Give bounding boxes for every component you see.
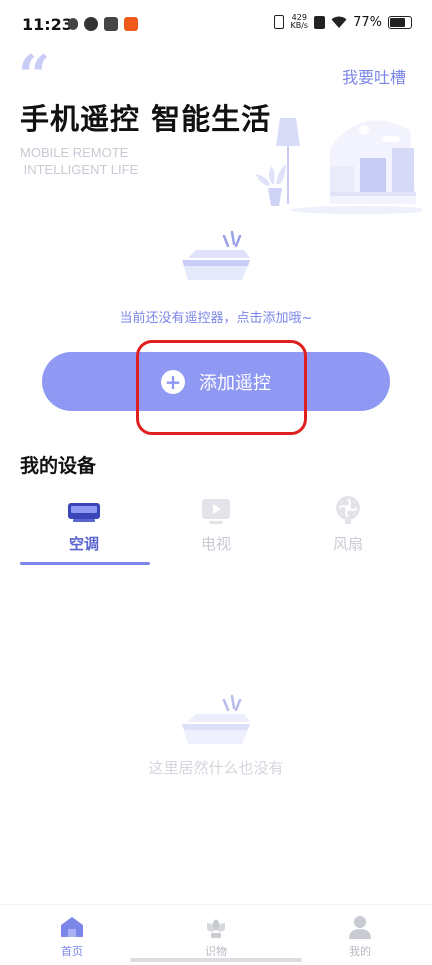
status-bar: 11:23 429 KB/s 77%: [0, 0, 432, 50]
nav-label: 识物: [205, 945, 227, 958]
wifi-icon: [331, 16, 347, 28]
vibrate-icon: [274, 15, 285, 29]
active-tab-indicator: [20, 562, 150, 565]
fan-icon: [336, 496, 360, 524]
nav-label: 我的: [349, 945, 371, 958]
shield-icon: [68, 18, 78, 30]
living-room-illustration: [256, 118, 422, 214]
nav-item-home[interactable]: 首页: [0, 905, 144, 965]
status-time: 11:23: [22, 15, 73, 34]
home-indicator[interactable]: [130, 958, 302, 962]
empty-devices-text: 这里居然什么也没有: [148, 759, 284, 777]
my-devices-title: 我的设备: [20, 455, 97, 477]
page-subtitle: MOBILE REMOTE INTELLIGENT LIFE: [20, 144, 138, 178]
status-right: 429 KB/s 77%: [274, 14, 412, 30]
battery-percent: 77%: [353, 14, 382, 30]
tab-label: 电视: [200, 535, 231, 553]
subtitle-line-2: INTELLIGENT LIFE: [20, 162, 139, 177]
home-icon: [61, 917, 83, 937]
tv-icon: [202, 499, 230, 524]
user-icon: [349, 916, 371, 939]
empty-box-icon: [182, 694, 250, 744]
tab-label: 风扇: [332, 535, 363, 553]
message-icon: [104, 17, 118, 31]
sim-off-icon: [314, 15, 326, 29]
highlight-annotation: [136, 340, 307, 435]
notification-icons: [68, 17, 138, 31]
feedback-link[interactable]: 我要吐槽: [342, 64, 406, 88]
battery-fill: [390, 17, 405, 27]
empty-remote-tip: 当前还没有遥控器，点击添加哦~: [119, 311, 313, 326]
net-speed-unit: KB/s: [290, 21, 309, 30]
empty-box-icon: [182, 230, 250, 280]
store-icon: [124, 17, 138, 31]
tab-fan[interactable]: 风扇: [276, 490, 420, 568]
tab-tv[interactable]: 电视: [144, 490, 288, 568]
flower-icon: [207, 919, 225, 938]
nav-item-mine[interactable]: 我的: [288, 905, 432, 965]
air-conditioner-icon: [68, 503, 100, 522]
subtitle-line-1: MOBILE REMOTE: [20, 145, 129, 160]
tab-air-conditioner[interactable]: 空调: [12, 490, 156, 568]
bottom-nav: 首页 识物 我的: [0, 904, 432, 965]
page-title: 手机遥控 智能生活: [20, 102, 272, 136]
app-notification-icon: [84, 17, 98, 31]
nav-item-identify[interactable]: 识物: [144, 905, 288, 965]
battery-icon: [388, 15, 412, 29]
tab-label: 空调: [68, 535, 99, 553]
nav-label: 首页: [61, 945, 83, 958]
net-speed: 429 KB/s: [290, 14, 308, 30]
